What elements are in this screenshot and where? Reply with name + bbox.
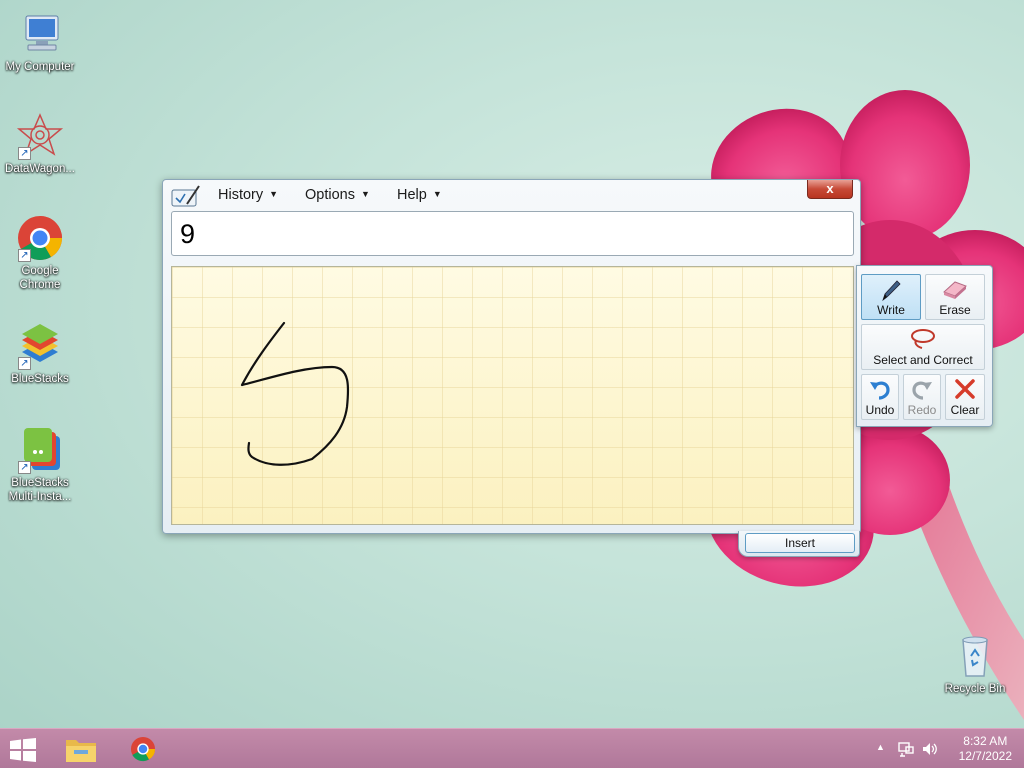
clock-date: 12/7/2022	[958, 749, 1012, 763]
clock-time: 8:32 AM	[963, 734, 1008, 748]
desktop-icon-recycle-bin[interactable]: Recycle Bin	[935, 632, 1015, 696]
insert-button[interactable]: Insert	[745, 533, 855, 553]
menu-options[interactable]: Options ▼	[301, 187, 374, 203]
taskbar-file-explorer[interactable]	[62, 732, 100, 766]
title-bar: History ▼ Options ▼ Help ▼ x	[163, 180, 860, 212]
lasso-icon	[911, 329, 935, 349]
shortcut-arrow-icon: ↗	[18, 357, 31, 370]
eraser-icon	[943, 281, 967, 299]
desktop-icon-datawagon[interactable]: ↗ DataWagon...	[0, 112, 80, 176]
taskbar: ▲ 8:32 AM 12/7/2022	[0, 728, 1024, 768]
tool-panel: Write Erase Select and Correct Undo Redo	[856, 265, 993, 427]
desktop-icon-label: BlueStacks	[11, 373, 69, 385]
desktop-icon-label: DataWagon...	[5, 163, 75, 175]
start-windows-icon[interactable]	[8, 738, 38, 762]
desktop-icon-label: BlueStacks Multi-Insta...	[8, 477, 72, 503]
caret-down-icon: ▼	[360, 189, 370, 199]
computer-icon	[25, 15, 59, 51]
undo-icon	[870, 381, 890, 400]
desktop-icon-bluestacks[interactable]: ↗ BlueStacks	[0, 322, 80, 386]
writing-pad[interactable]	[171, 266, 854, 525]
desktop-icon-bluestacks-multi[interactable]: ↗ BlueStacks Multi-Insta...	[0, 426, 80, 504]
network-icon[interactable]	[897, 741, 915, 757]
desktop-icon-google-chrome[interactable]: ↗ Google Chrome	[0, 214, 80, 292]
shortcut-arrow-icon: ↗	[18, 249, 31, 262]
desktop-icon-my-computer[interactable]: My Computer	[0, 10, 80, 74]
handwritten-ink-stroke	[240, 321, 350, 466]
clear-button[interactable]: Clear	[945, 374, 985, 420]
desktop-icon-label: Recycle Bin	[944, 683, 1006, 695]
redo-button[interactable]: Redo	[903, 374, 941, 420]
volume-icon[interactable]	[921, 741, 939, 757]
tray-show-hidden-icons[interactable]: ▲	[876, 742, 885, 752]
recognized-text: 9	[180, 219, 196, 249]
clock[interactable]: 8:32 AM 12/7/2022	[959, 734, 1012, 764]
pen-icon	[882, 280, 901, 302]
file-explorer-icon	[66, 740, 96, 762]
undo-button[interactable]: Undo	[861, 374, 899, 420]
close-button[interactable]: x	[807, 180, 853, 199]
chrome-icon	[130, 736, 156, 762]
recycle-bin-icon	[962, 636, 988, 677]
desktop-icon-label: Google Chrome	[19, 265, 61, 291]
select-and-correct-button[interactable]: Select and Correct	[861, 324, 985, 370]
caret-down-icon: ▼	[269, 189, 279, 199]
caret-down-icon: ▼	[432, 189, 442, 199]
clear-x-icon	[955, 379, 975, 399]
insert-tab: Insert	[738, 531, 860, 557]
erase-button[interactable]: Erase	[925, 274, 985, 320]
shortcut-arrow-icon: ↗	[18, 147, 31, 160]
menu-help[interactable]: Help ▼	[393, 187, 446, 203]
write-button[interactable]: Write	[861, 274, 921, 320]
desktop-icon-label: My Computer	[5, 61, 75, 73]
menu-history[interactable]: History ▼	[214, 187, 282, 203]
math-input-panel-window: History ▼ Options ▼ Help ▼ x 9	[162, 179, 861, 534]
input-panel-app-icon	[171, 185, 200, 207]
close-icon: x	[826, 181, 834, 196]
redo-icon	[912, 381, 932, 400]
taskbar-chrome[interactable]	[124, 732, 162, 766]
shortcut-arrow-icon: ↗	[18, 461, 31, 474]
recognition-preview: 9	[171, 211, 854, 256]
